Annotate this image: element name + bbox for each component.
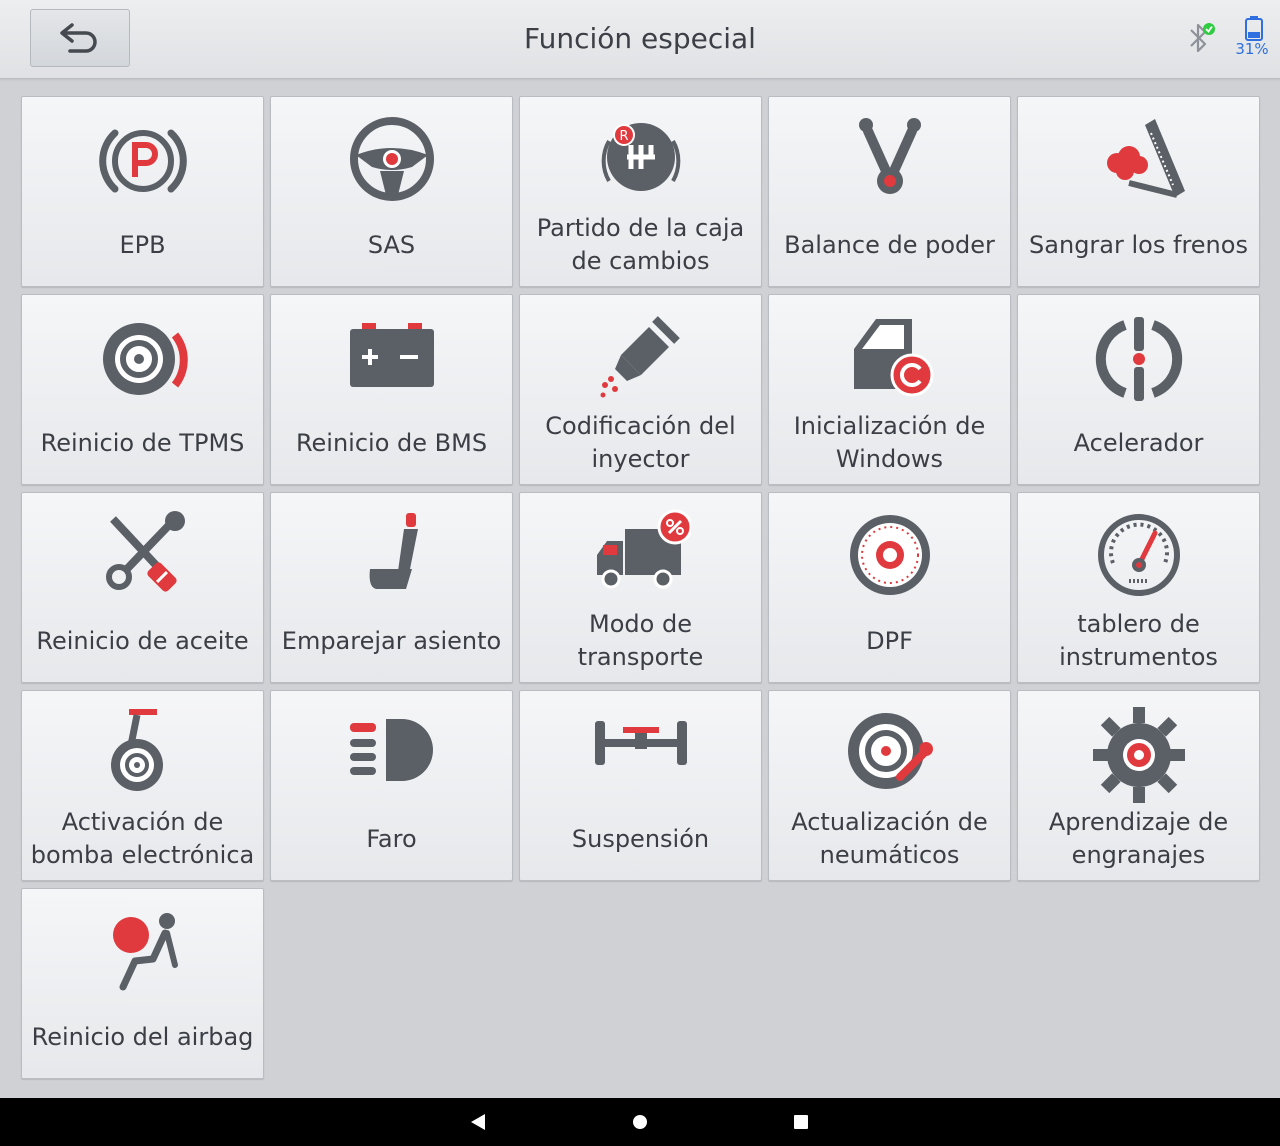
tire-update-icon <box>848 713 933 789</box>
nav-back-icon[interactable] <box>468 1112 488 1132</box>
airbag-icon <box>113 913 178 991</box>
truck-icon <box>597 509 691 589</box>
car-seat-icon <box>369 513 418 589</box>
nav-recent-icon[interactable] <box>794 1115 808 1129</box>
tile-pump-activation[interactable]: Activación de bomba electrónica <box>21 690 264 881</box>
tile-label: Aprendizaje de engranajes <box>1048 808 1229 869</box>
tile-label: Balance de poder <box>784 230 995 259</box>
battery-percentage: 31% <box>1235 40 1269 58</box>
tile-label: Activación de bomba electrónica <box>30 808 255 869</box>
tile-oil-reset[interactable]: Reinicio de aceite <box>21 492 264 683</box>
tile-suspension[interactable]: Suspensión <box>519 690 762 881</box>
gauge-icon <box>1098 514 1180 596</box>
suspension-icon <box>595 721 687 765</box>
tile-label: Suspensión <box>571 824 710 853</box>
tile-transport-mode[interactable]: Modo de transporte <box>519 492 762 683</box>
parking-brake-icon <box>99 129 187 193</box>
injector-icon <box>600 316 680 398</box>
nav-home-icon[interactable] <box>632 1114 648 1130</box>
tile-label: Reinicio del airbag <box>31 1022 254 1051</box>
headlight-icon <box>350 719 433 781</box>
tile-label: Reinicio de BMS <box>295 428 488 457</box>
tile-label: EPB <box>119 230 166 259</box>
tile-brake-bleed[interactable]: Sangrar los frenos <box>1017 96 1260 287</box>
undo-arrow-icon <box>60 23 97 53</box>
tile-label: Emparejar asiento <box>281 626 502 655</box>
particulate-filter-icon <box>850 515 930 595</box>
tile-label: Faro <box>366 824 417 853</box>
tile-instrument-panel[interactable]: tablero de instrumentos <box>1017 492 1260 683</box>
gear-shift-icon: R <box>601 123 681 191</box>
pump-icon <box>111 709 163 791</box>
tile-throttle[interactable]: Acelerador <box>1017 294 1260 485</box>
function-grid: EPB SAS R Partido de la caja de cambios <box>21 96 1260 1079</box>
car-battery-icon <box>350 323 434 387</box>
tile-seat-pairing[interactable]: Emparejar asiento <box>270 492 513 683</box>
wrench-oil-icon <box>106 511 185 592</box>
brake-bleed-icon <box>1107 119 1185 198</box>
tile-epb[interactable]: EPB <box>21 96 264 287</box>
tile-label: Reinicio de TPMS <box>40 428 245 457</box>
tile-dpf[interactable]: DPF <box>768 492 1011 683</box>
tile-label: Sangrar los frenos <box>1029 230 1248 259</box>
tile-window-init[interactable]: Inicialización de Windows <box>768 294 1011 485</box>
tile-airbag-reset[interactable]: Reinicio del airbag <box>21 888 264 1079</box>
tile-label: Modo de transporte <box>577 610 704 671</box>
car-window-icon <box>854 319 934 397</box>
bluetooth-icon <box>1190 23 1215 53</box>
tile-label: DPF <box>866 626 913 655</box>
tile-label: Codificación del inyector <box>545 412 736 473</box>
tile-bms-reset[interactable]: Reinicio de BMS <box>270 294 513 485</box>
tile-tire-update[interactable]: Actualización de neumáticos <box>768 690 1011 881</box>
tile-label: SAS <box>367 230 416 259</box>
svg-text:R: R <box>619 129 628 144</box>
tile-headlight[interactable]: Faro <box>270 690 513 881</box>
tile-label: Reinicio de aceite <box>36 626 249 655</box>
throttle-icon <box>1095 317 1183 401</box>
page-title: Función especial <box>524 22 756 55</box>
gear-learning-icon <box>1093 707 1185 803</box>
tile-label: Inicialización de Windows <box>793 412 986 473</box>
tire-pressure-icon <box>103 323 188 395</box>
tile-gear-learning[interactable]: Aprendizaje de engranajes <box>1017 690 1260 881</box>
back-button[interactable] <box>30 9 130 67</box>
tile-label: Actualización de neumáticos <box>791 808 988 869</box>
steering-wheel-icon <box>350 117 434 201</box>
tile-power-balance[interactable]: Balance de poder <box>768 96 1011 287</box>
top-bar: Función especial 31% <box>0 0 1280 79</box>
tile-tpms-reset[interactable]: Reinicio de TPMS <box>21 294 264 485</box>
tile-label: Partido de la caja de cambios <box>536 214 745 275</box>
tile-label: tablero de instrumentos <box>1059 610 1218 671</box>
tile-injector-coding[interactable]: Codificación del inyector <box>519 294 762 485</box>
tile-label: Acelerador <box>1073 428 1204 457</box>
tile-gearbox-split[interactable]: R Partido de la caja de cambios <box>519 96 762 287</box>
tile-sas[interactable]: SAS <box>270 96 513 287</box>
engine-balance-icon <box>859 118 921 194</box>
